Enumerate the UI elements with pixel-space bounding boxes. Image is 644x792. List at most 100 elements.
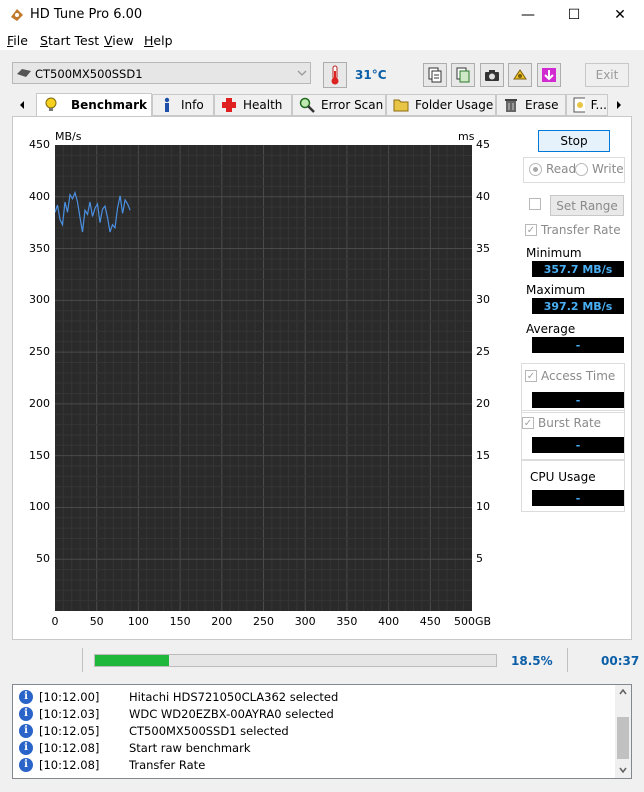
- scroll-thumb[interactable]: [617, 717, 629, 759]
- options-icon: [513, 69, 527, 80]
- y-right-tick-label: 10: [476, 500, 490, 514]
- tab-scroll-left-button[interactable]: [14, 96, 30, 114]
- tab-label: Error Scan: [321, 98, 384, 112]
- log-message: Start raw benchmark: [129, 740, 251, 755]
- burst-rate-checkbox[interactable]: ✓ Burst Rate: [522, 416, 601, 430]
- x-tick-label: 500GB: [454, 615, 492, 628]
- y-right-tick-label: 35: [476, 241, 490, 255]
- read-radio[interactable]: Read: [529, 162, 576, 176]
- file-icon: [573, 97, 585, 113]
- y-right-tick-label: 45: [476, 138, 490, 151]
- x-tick-label: 0: [51, 615, 59, 628]
- tab-label: Erase: [525, 98, 559, 112]
- tab-benchmark[interactable]: Benchmark: [36, 93, 152, 117]
- drive-name: CT500MX500SSD1: [35, 67, 143, 81]
- log-time: [10:12.08]: [39, 757, 100, 772]
- maximize-button[interactable]: ☐: [551, 0, 597, 30]
- y-right-tick-label: 20: [476, 396, 490, 410]
- menu-help[interactable]: Help: [144, 33, 173, 48]
- health-cross-icon: [222, 98, 236, 112]
- y-left-tick-label: 350: [29, 241, 50, 255]
- tab-folder-usage[interactable]: Folder Usage: [386, 94, 496, 116]
- progress-fill: [95, 655, 169, 666]
- download-arrow-icon: [542, 68, 556, 82]
- thermometer-icon: [331, 65, 339, 85]
- log-row[interactable]: i [10:12.03] WDC WD20EZBX-00AYRA0 selected: [19, 705, 334, 722]
- access-time-label: Access Time: [541, 369, 616, 383]
- stop-button[interactable]: Stop: [538, 130, 610, 152]
- log-row[interactable]: i [10:12.05] CT500MX500SSD1 selected: [19, 722, 289, 739]
- average-label: Average: [526, 322, 576, 336]
- log-row[interactable]: i [10:12.08] Transfer Rate: [19, 756, 205, 773]
- menu-view[interactable]: View: [104, 33, 134, 48]
- progress-bar: [94, 654, 497, 667]
- tab-erase[interactable]: Erase: [496, 94, 566, 116]
- minimum-label: Minimum: [526, 246, 582, 260]
- set-range-button[interactable]: Set Range: [550, 195, 624, 216]
- log-time: [10:12.00]: [39, 689, 100, 704]
- x-tick-label: 450: [419, 615, 441, 628]
- copy-button[interactable]: [423, 63, 447, 87]
- menu-file[interactable]: File: [7, 33, 28, 48]
- checkmark-icon: ✓: [522, 417, 534, 429]
- drive-icon: [17, 69, 31, 77]
- drive-select[interactable]: CT500MX500SSD1: [12, 62, 311, 84]
- x-tick-label: 300: [294, 615, 316, 628]
- tab-file-benchmark[interactable]: F...: [566, 94, 608, 116]
- title-bar: HD Tune Pro 6.00 — ☐ ✕: [0, 0, 644, 30]
- tab-error-scan[interactable]: Error Scan: [292, 94, 386, 116]
- temperature-button[interactable]: [323, 62, 347, 88]
- log-row[interactable]: i [10:12.08] Start raw benchmark: [19, 739, 251, 756]
- radio-empty-icon: [575, 162, 588, 176]
- write-radio[interactable]: Write: [575, 162, 624, 176]
- info-circle-icon: i: [19, 689, 33, 704]
- y-left-tick-label: 100: [29, 500, 50, 514]
- magnifier-icon: [299, 97, 315, 113]
- x-tick-label: 400: [378, 615, 400, 628]
- info-circle-icon: i: [19, 740, 33, 755]
- minimize-button[interactable]: —: [505, 0, 551, 30]
- y-axis-left-label: MB/s: [55, 130, 82, 143]
- folder-icon: [393, 99, 409, 112]
- scroll-up-icon[interactable]: [619, 689, 627, 695]
- temperature-value: 31°C: [355, 68, 387, 82]
- cpu-usage-label: CPU Usage: [530, 470, 596, 484]
- chevron-down-icon: [297, 70, 307, 76]
- options-button[interactable]: [508, 63, 532, 87]
- lightbulb-icon: [45, 97, 57, 111]
- tab-scroll-right-button[interactable]: [612, 96, 626, 114]
- y-right-tick-label: 30: [476, 293, 490, 307]
- minimum-value: 357.7 MB/s: [532, 261, 624, 277]
- arrow-right-icon: [617, 101, 621, 109]
- log-scrollbar[interactable]: [615, 685, 631, 778]
- progress-percent: 18.5%: [511, 654, 553, 668]
- chart-grid: [55, 145, 472, 611]
- menu-start-test[interactable]: Start Test: [40, 33, 99, 48]
- exit-button[interactable]: Exit: [585, 63, 629, 87]
- tab-health[interactable]: Health: [214, 94, 292, 116]
- log-row[interactable]: i [10:12.00] Hitachi HDS721050CLA362 selec…: [19, 688, 338, 705]
- y-left-tick-label: 250: [29, 345, 50, 359]
- y-axis-right-label: ms: [458, 130, 475, 143]
- tab-info[interactable]: Info: [152, 94, 214, 116]
- tab-label: F...: [590, 98, 607, 112]
- range-checkbox[interactable]: [529, 198, 541, 210]
- log-time: [10:12.08]: [39, 740, 100, 755]
- info-circle-icon: i: [19, 723, 33, 738]
- x-tick-label: 350: [336, 615, 358, 628]
- copy-all-button[interactable]: [451, 63, 475, 87]
- save-button[interactable]: [537, 63, 561, 87]
- y-left-tick-label: 400: [29, 189, 50, 203]
- y-right-tick-label: 15: [476, 448, 490, 462]
- transfer-rate-checkbox[interactable]: ✓ Transfer Rate: [525, 223, 621, 237]
- copy-icon: [428, 67, 442, 83]
- log-list[interactable]: i [10:12.00] Hitachi HDS721050CLA362 selec…: [12, 684, 632, 779]
- scroll-down-icon[interactable]: [619, 767, 627, 773]
- burst-rate-label: Burst Rate: [538, 416, 602, 430]
- x-tick-label: 250: [253, 615, 274, 628]
- access-time-checkbox[interactable]: ✓ Access Time: [525, 369, 615, 383]
- close-button[interactable]: ✕: [597, 0, 643, 30]
- screenshot-button[interactable]: [480, 63, 504, 87]
- write-label: Write: [592, 162, 624, 176]
- app-icon: [11, 9, 23, 21]
